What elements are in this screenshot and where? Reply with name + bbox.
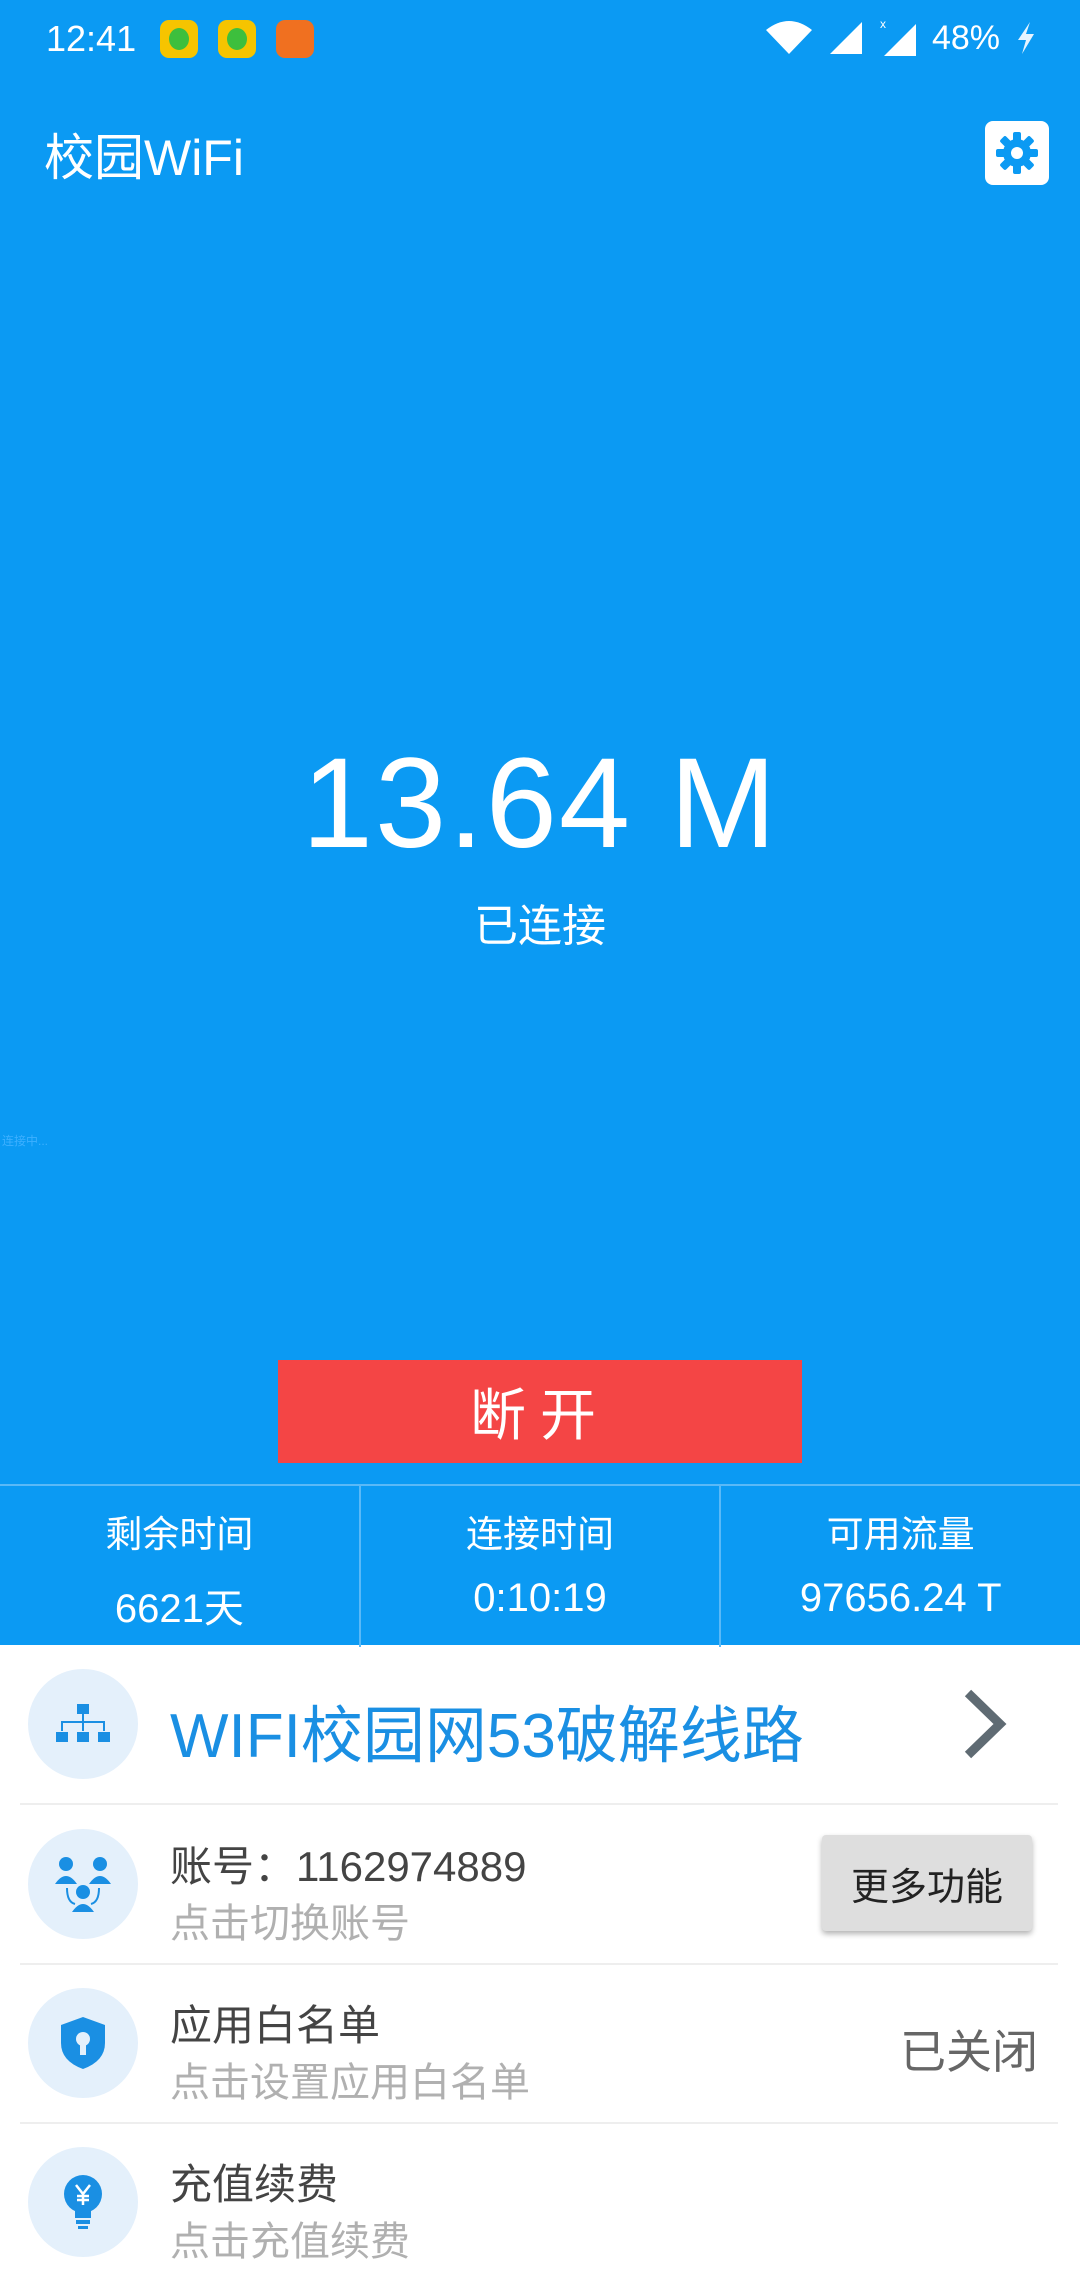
settings-button[interactable] (985, 121, 1049, 185)
network-tree-icon (56, 1704, 110, 1742)
whitelist-row[interactable]: 应用白名单 点击设置应用白名单 已关闭 (20, 1964, 1058, 2124)
whitelist-status: 已关闭 (900, 2026, 1038, 2078)
status-indicators: x 48% (764, 18, 1038, 58)
stat-label: 剩余时间 (105, 1514, 254, 1555)
stat-connection-time: 连接时间 0:10:19 (361, 1486, 722, 1647)
stat-value: 0:10:19 (473, 1576, 607, 1620)
lightbulb-yuan-icon (64, 2175, 102, 2229)
recharge-subtitle: 点击充值续费 (170, 2220, 410, 2264)
whitelist-title: 应用白名单 (170, 2002, 381, 2049)
signal-no-sim-icon: x (880, 18, 916, 56)
account-icon-badge (28, 1829, 138, 1939)
line-icon-badge (28, 1669, 138, 1779)
sim-mark: x (880, 18, 886, 31)
account-row[interactable]: 账号：1162974889 点击切换账号 更多功能 (20, 1805, 1058, 1965)
users-switch-icon (55, 1857, 111, 1912)
stat-value: 97656.24 T (799, 1576, 1002, 1620)
music-app-icon (160, 20, 198, 58)
app-notification-icon (276, 20, 314, 58)
more-features-button[interactable]: 更多功能 (822, 1835, 1032, 1931)
shield-lock-icon (61, 2017, 105, 2069)
faint-status-text: 连接中... (2, 1134, 49, 1148)
status-time: 12:41 (46, 18, 137, 59)
line-selector-row[interactable]: WIFI校园网53破解线路 (20, 1645, 1058, 1805)
chevron-right-icon (964, 1689, 1007, 1759)
stat-label: 可用流量 (826, 1514, 975, 1555)
wifi-icon (765, 21, 812, 54)
whitelist-icon-badge (28, 1988, 138, 2098)
whitelist-subtitle: 点击设置应用白名单 (170, 2061, 530, 2105)
battery-level: 48% (931, 18, 1000, 57)
account-title: 账号：1162974889 (170, 1843, 527, 1890)
stat-remaining-time: 剩余时间 6621天 (0, 1486, 361, 1647)
stats-panel: 剩余时间 6621天 连接时间 0:10:19 可用流量 97656.24 T (0, 1484, 1080, 1647)
speed-readout: 13.64 M (301, 732, 779, 875)
stat-available-data: 可用流量 97656.24 T (721, 1486, 1080, 1647)
disconnect-button[interactable]: 断开 (278, 1360, 802, 1463)
recharge-row[interactable]: 充值续费 点击充值续费 (20, 2123, 1058, 2281)
stat-label: 连接时间 (466, 1514, 614, 1555)
status-bar: 12:41 x 48% (0, 0, 1080, 80)
signal-icon (829, 22, 862, 54)
recharge-icon-badge (28, 2147, 138, 2257)
app-title: 校园WiFi (44, 130, 244, 186)
stat-value: 6621天 (114, 1587, 244, 1631)
charging-icon (1018, 22, 1034, 54)
recharge-title: 充值续费 (170, 2161, 339, 2208)
line-title: WIFI校园网53破解线路 (170, 1702, 804, 1771)
music-app-icon-2 (218, 20, 256, 58)
account-subtitle: 点击切换账号 (170, 1902, 410, 1946)
connection-status: 已连接 (474, 902, 606, 951)
gear-icon (996, 132, 1038, 174)
